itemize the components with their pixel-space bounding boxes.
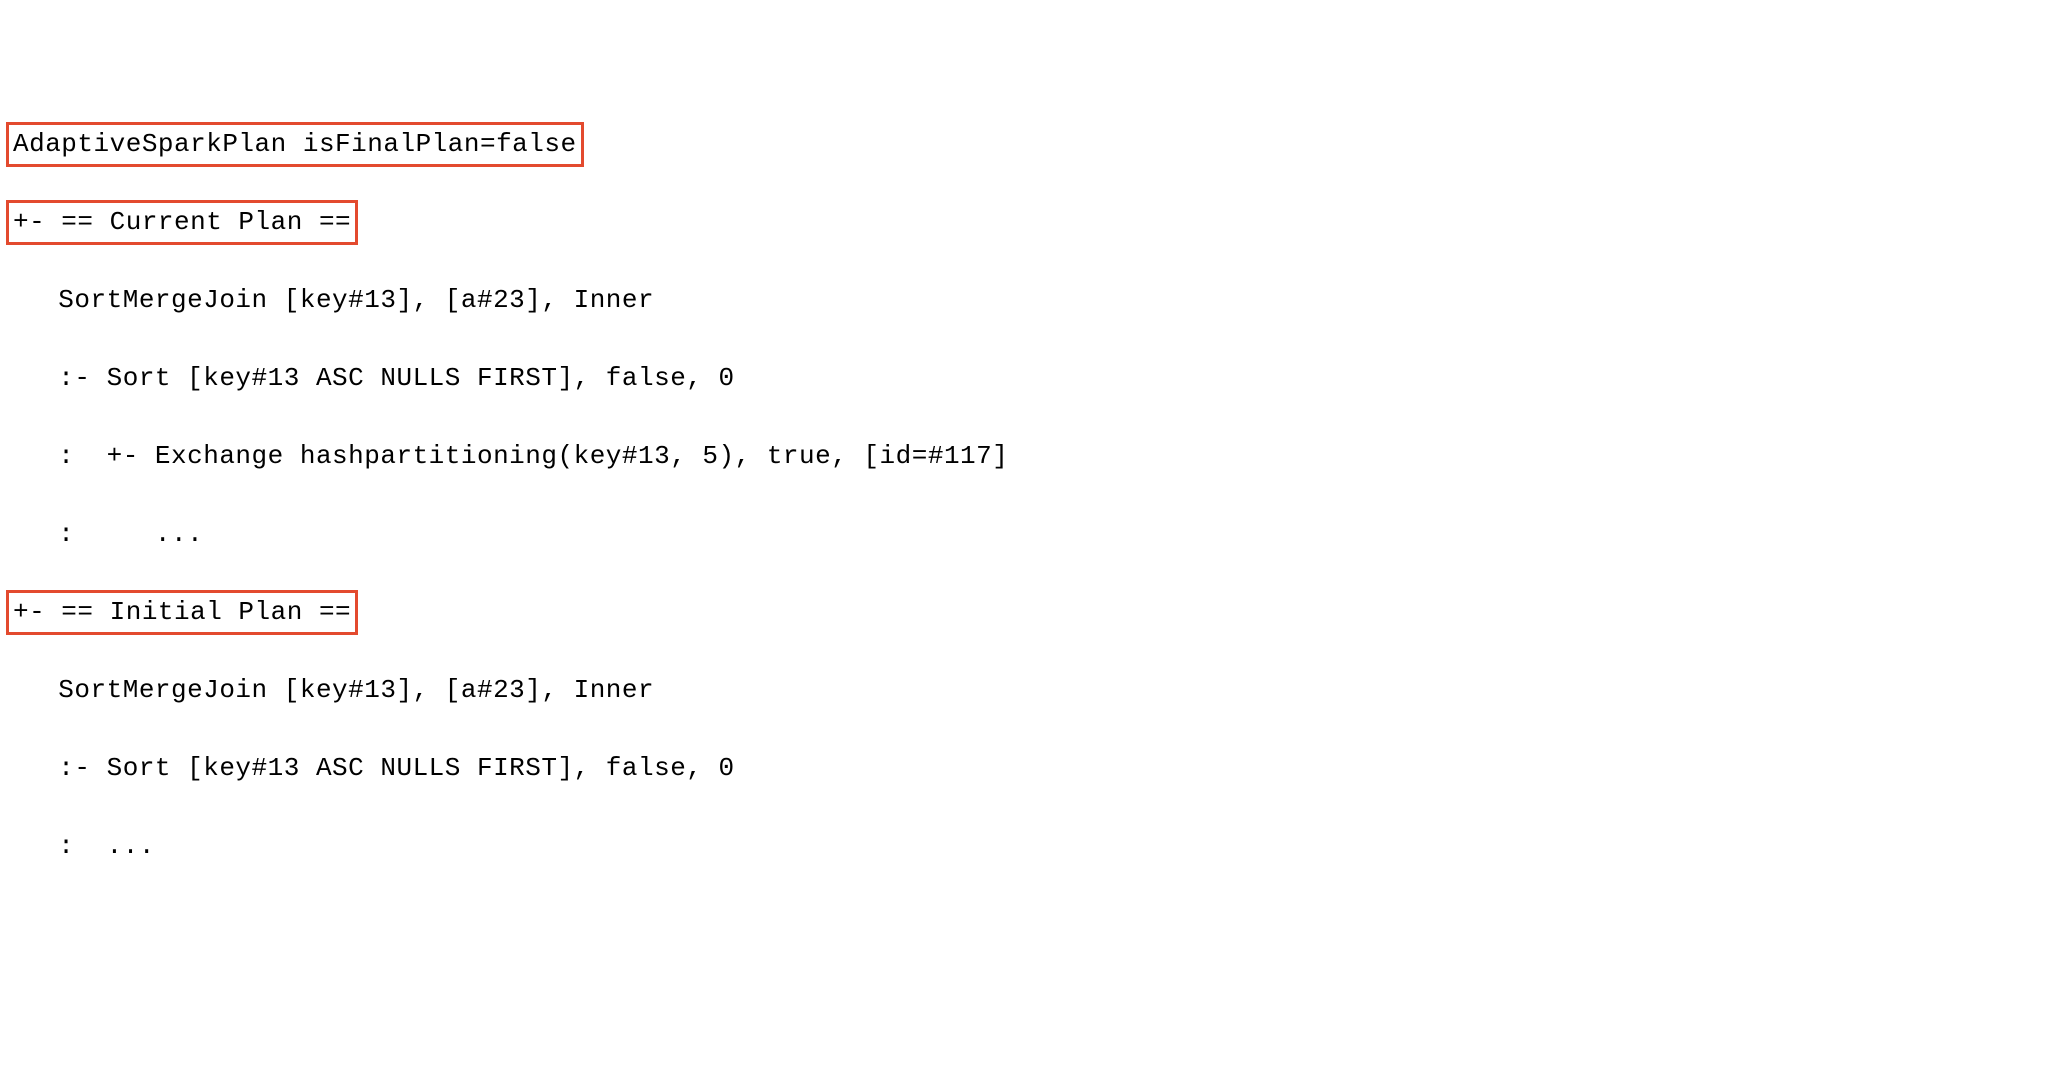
plan-line: :- Sort [key#13 ASC NULLS FIRST], false,… bbox=[10, 359, 2042, 398]
plan-line: :- Sort [key#13 ASC NULLS FIRST], false,… bbox=[10, 749, 2042, 788]
plan-line: : +- Exchange hashpartitioning(key#13, 5… bbox=[10, 437, 2042, 476]
plan-line: : ... bbox=[10, 515, 2042, 554]
current-plan-header-text: +- == Current Plan == bbox=[13, 207, 351, 237]
plan-line: : ... bbox=[10, 827, 2042, 866]
plan-header-text: AdaptiveSparkPlan isFinalPlan=false bbox=[13, 129, 577, 159]
initial-plan-header-text: +- == Initial Plan == bbox=[13, 597, 351, 627]
highlight-box-current: +- == Current Plan == bbox=[6, 200, 358, 245]
initial-plan-header-line: +- == Initial Plan == bbox=[10, 593, 2042, 632]
current-plan-header-line: +- == Current Plan == bbox=[10, 203, 2042, 242]
plan-line: SortMergeJoin [key#13], [a#23], Inner bbox=[10, 671, 2042, 710]
highlight-box-initial: +- == Initial Plan == bbox=[6, 590, 358, 635]
highlight-box-adaptive: AdaptiveSparkPlan isFinalPlan=false bbox=[6, 122, 584, 167]
plan-header-line: AdaptiveSparkPlan isFinalPlan=false bbox=[10, 125, 2042, 164]
plan-line: SortMergeJoin [key#13], [a#23], Inner bbox=[10, 281, 2042, 320]
